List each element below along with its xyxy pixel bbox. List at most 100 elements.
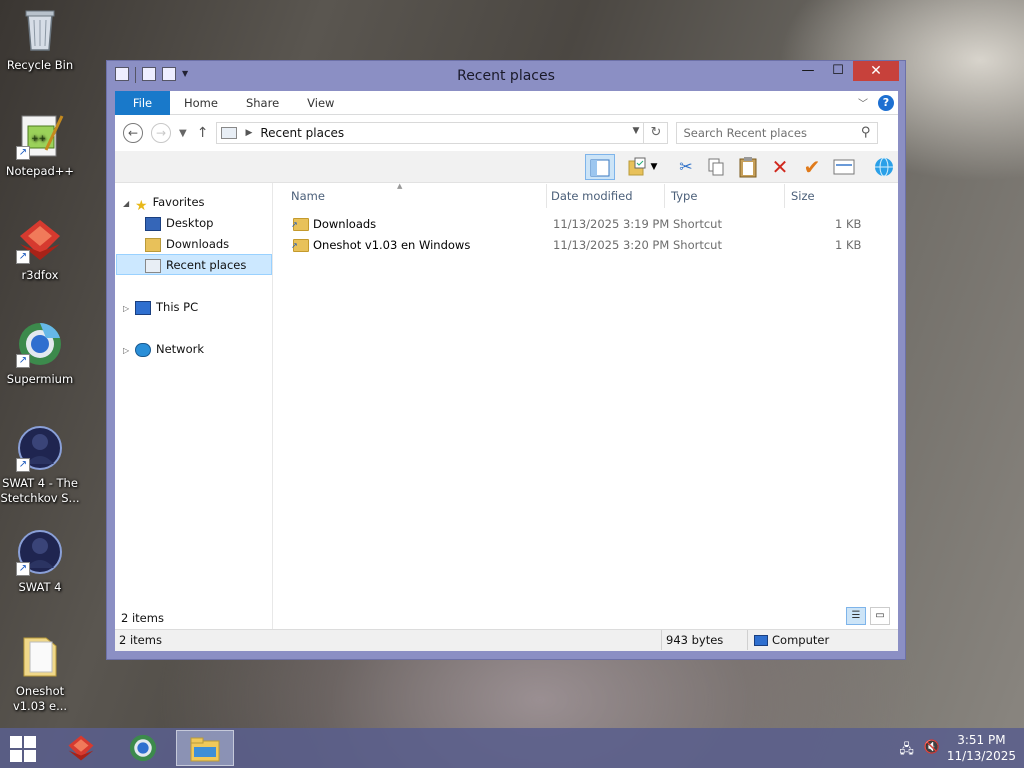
desktop-icon-r3dfox[interactable]: ↗ r3dfox [0, 216, 80, 283]
supermium-icon: ↗ [16, 320, 64, 368]
explorer-window[interactable]: ▼ Recent places — ☐ ✕ File Home Share Vi… [106, 60, 906, 660]
expand-icon[interactable]: ▷ [123, 340, 133, 361]
refresh-button[interactable]: ↻ [643, 123, 667, 143]
expand-ribbon-icon[interactable]: ﹀ [858, 95, 868, 110]
taskbar-r3dfox[interactable] [52, 730, 110, 766]
up-button[interactable]: ↑ [197, 125, 209, 141]
clock[interactable]: 3:51 PM 11/13/2025 [947, 732, 1016, 764]
taskbar-file-explorer[interactable] [176, 730, 234, 766]
notepad-plus-plus-icon: ++ ↗ [16, 112, 64, 160]
column-header-size[interactable]: Size [785, 184, 865, 208]
tab-view[interactable]: View [293, 91, 348, 115]
status-location-label: Computer [772, 633, 830, 647]
taskbar-supermium[interactable] [114, 730, 172, 766]
file-size: 1 KB [835, 238, 862, 252]
collapse-icon[interactable]: ◢ [123, 193, 133, 214]
window-controls: — ☐ ✕ [793, 61, 899, 81]
folder-shortcut-icon [291, 214, 309, 235]
windows-logo-icon [10, 736, 22, 748]
chevron-right-icon[interactable]: ▶ [245, 128, 252, 138]
column-header-type[interactable]: Type [665, 184, 785, 208]
taskbar: 🖧 🔇 3:51 PM 11/13/2025 [0, 728, 1024, 768]
column-header-name[interactable]: Name [285, 184, 547, 208]
maximize-button[interactable]: ☐ [823, 61, 853, 81]
expand-icon[interactable]: ▷ [123, 298, 133, 319]
tab-file[interactable]: File [115, 90, 170, 115]
shortcut-arrow-icon: ↗ [16, 562, 30, 576]
network-status-icon[interactable]: 🖧 [899, 740, 914, 762]
desktop-icon-oneshot[interactable]: Oneshot v1.03 e... [0, 632, 80, 714]
volume-muted-icon[interactable]: 🔇 [924, 740, 940, 762]
delete-button[interactable]: ✕ [765, 154, 795, 180]
desktop-icon-label: SWAT 4 - The Stetchkov S... [0, 476, 80, 505]
address-path[interactable]: Recent places [260, 126, 344, 140]
command-toolbar: ▼ ✂ ✕ ✔ [115, 151, 898, 183]
rename-button[interactable]: ✔ [797, 154, 827, 180]
recent-places-icon [145, 258, 161, 273]
large-icons-view-button[interactable]: ▭ [870, 607, 890, 625]
desktop-icon-recycle-bin[interactable]: Recycle Bin [0, 6, 80, 73]
nav-recent-places[interactable]: Recent places [116, 254, 272, 275]
swat4-stetchkov-icon: ↗ [16, 424, 64, 472]
desktop-icon-label: Oneshot v1.03 e... [12, 684, 68, 713]
address-bar[interactable]: ▶ Recent places ▼ ↻ [216, 122, 669, 144]
nav-label: Favorites [152, 195, 205, 209]
help-icon[interactable]: ? [878, 94, 894, 111]
navigation-pane[interactable]: ◢ ★ Favorites Desktop Downloads Recent pla… [115, 183, 273, 629]
file-name: Oneshot v1.03 en Windows [313, 238, 471, 252]
nav-label: Desktop [166, 216, 214, 230]
new-window-button[interactable] [829, 154, 859, 180]
column-header-date-modified[interactable]: Date modified [545, 184, 665, 208]
clock-time: 3:51 PM [957, 733, 1006, 747]
cut-button[interactable]: ✂ [671, 154, 701, 180]
file-row[interactable]: Downloads 11/13/2025 3:19 PM Shortcut 1 … [287, 214, 867, 235]
item-count: 2 items [121, 611, 164, 625]
search-input[interactable] [683, 123, 854, 143]
preview-pane-button[interactable] [585, 154, 615, 180]
network-icon [135, 342, 151, 357]
search-icon[interactable]: ⚲ [861, 125, 871, 140]
file-list-pane[interactable]: ▲ Name Date modified Type Size Downloads… [273, 182, 898, 629]
recent-locations-icon[interactable]: ▼ [179, 128, 187, 139]
minimize-button[interactable]: — [793, 61, 823, 81]
file-row[interactable]: Oneshot v1.03 en Windows 11/13/2025 3:20… [287, 235, 867, 256]
shortcut-arrow-icon: ↗ [16, 354, 30, 368]
nav-downloads[interactable]: Downloads [145, 234, 229, 255]
view-switcher: ☰ ▭ [846, 607, 890, 625]
status-items: 2 items [119, 633, 162, 647]
title-bar[interactable]: ▼ Recent places — ☐ ✕ [107, 61, 905, 91]
nav-this-pc[interactable]: ▷ This PC [123, 297, 198, 318]
desktop-icon-swat4-stetchkov[interactable]: ↗ SWAT 4 - The Stetchkov S... [0, 424, 80, 506]
copy-button[interactable] [701, 154, 731, 180]
start-button[interactable] [10, 736, 38, 762]
nav-label: This PC [156, 300, 199, 314]
desktop-icon-supermium[interactable]: ↗ Supermium [0, 320, 80, 387]
back-button[interactable]: ← [123, 123, 143, 143]
file-size: 1 KB [835, 217, 862, 231]
desktop-icon-swat4[interactable]: ↗ SWAT 4 [0, 528, 80, 595]
file-date-modified: 11/13/2025 3:20 PM [553, 238, 670, 252]
properties-dropdown-icon[interactable]: ▼ [647, 154, 661, 180]
nav-favorites[interactable]: ◢ ★ Favorites [123, 192, 205, 214]
desktop-icon-notepad-plus-plus[interactable]: ++ ↗ Notepad++ [0, 112, 80, 179]
folder-shortcut-icon [291, 235, 309, 256]
system-tray: 🖧 🔇 [899, 740, 940, 762]
paste-button[interactable] [733, 154, 763, 180]
nav-network[interactable]: ▷ Network [123, 339, 204, 360]
clock-date: 11/13/2025 [946, 749, 1016, 763]
nav-desktop[interactable]: Desktop [145, 213, 213, 234]
status-bar: 2 items 943 bytes Computer [115, 629, 898, 651]
tab-home[interactable]: Home [170, 91, 232, 115]
status-location: Computer [747, 630, 829, 650]
close-button[interactable]: ✕ [853, 61, 899, 81]
network-globe-button[interactable] [869, 154, 899, 180]
window-title: Recent places [457, 68, 555, 84]
search-box[interactable]: ⚲ [676, 122, 879, 144]
tab-share[interactable]: Share [232, 91, 293, 115]
downloads-folder-icon [145, 237, 161, 252]
computer-icon [754, 635, 768, 646]
forward-button[interactable]: → [151, 123, 171, 143]
details-view-button[interactable]: ☰ [846, 607, 866, 625]
shortcut-arrow-icon: ↗ [16, 146, 30, 160]
address-dropdown-icon[interactable]: ▼ [633, 126, 640, 136]
